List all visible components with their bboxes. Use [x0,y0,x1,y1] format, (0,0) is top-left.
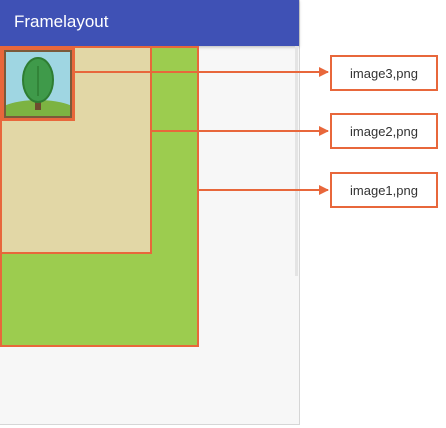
label-image2: image2,png [330,113,438,149]
label-image1: image1,png [330,172,438,208]
label-image3: image3,png [330,55,438,91]
